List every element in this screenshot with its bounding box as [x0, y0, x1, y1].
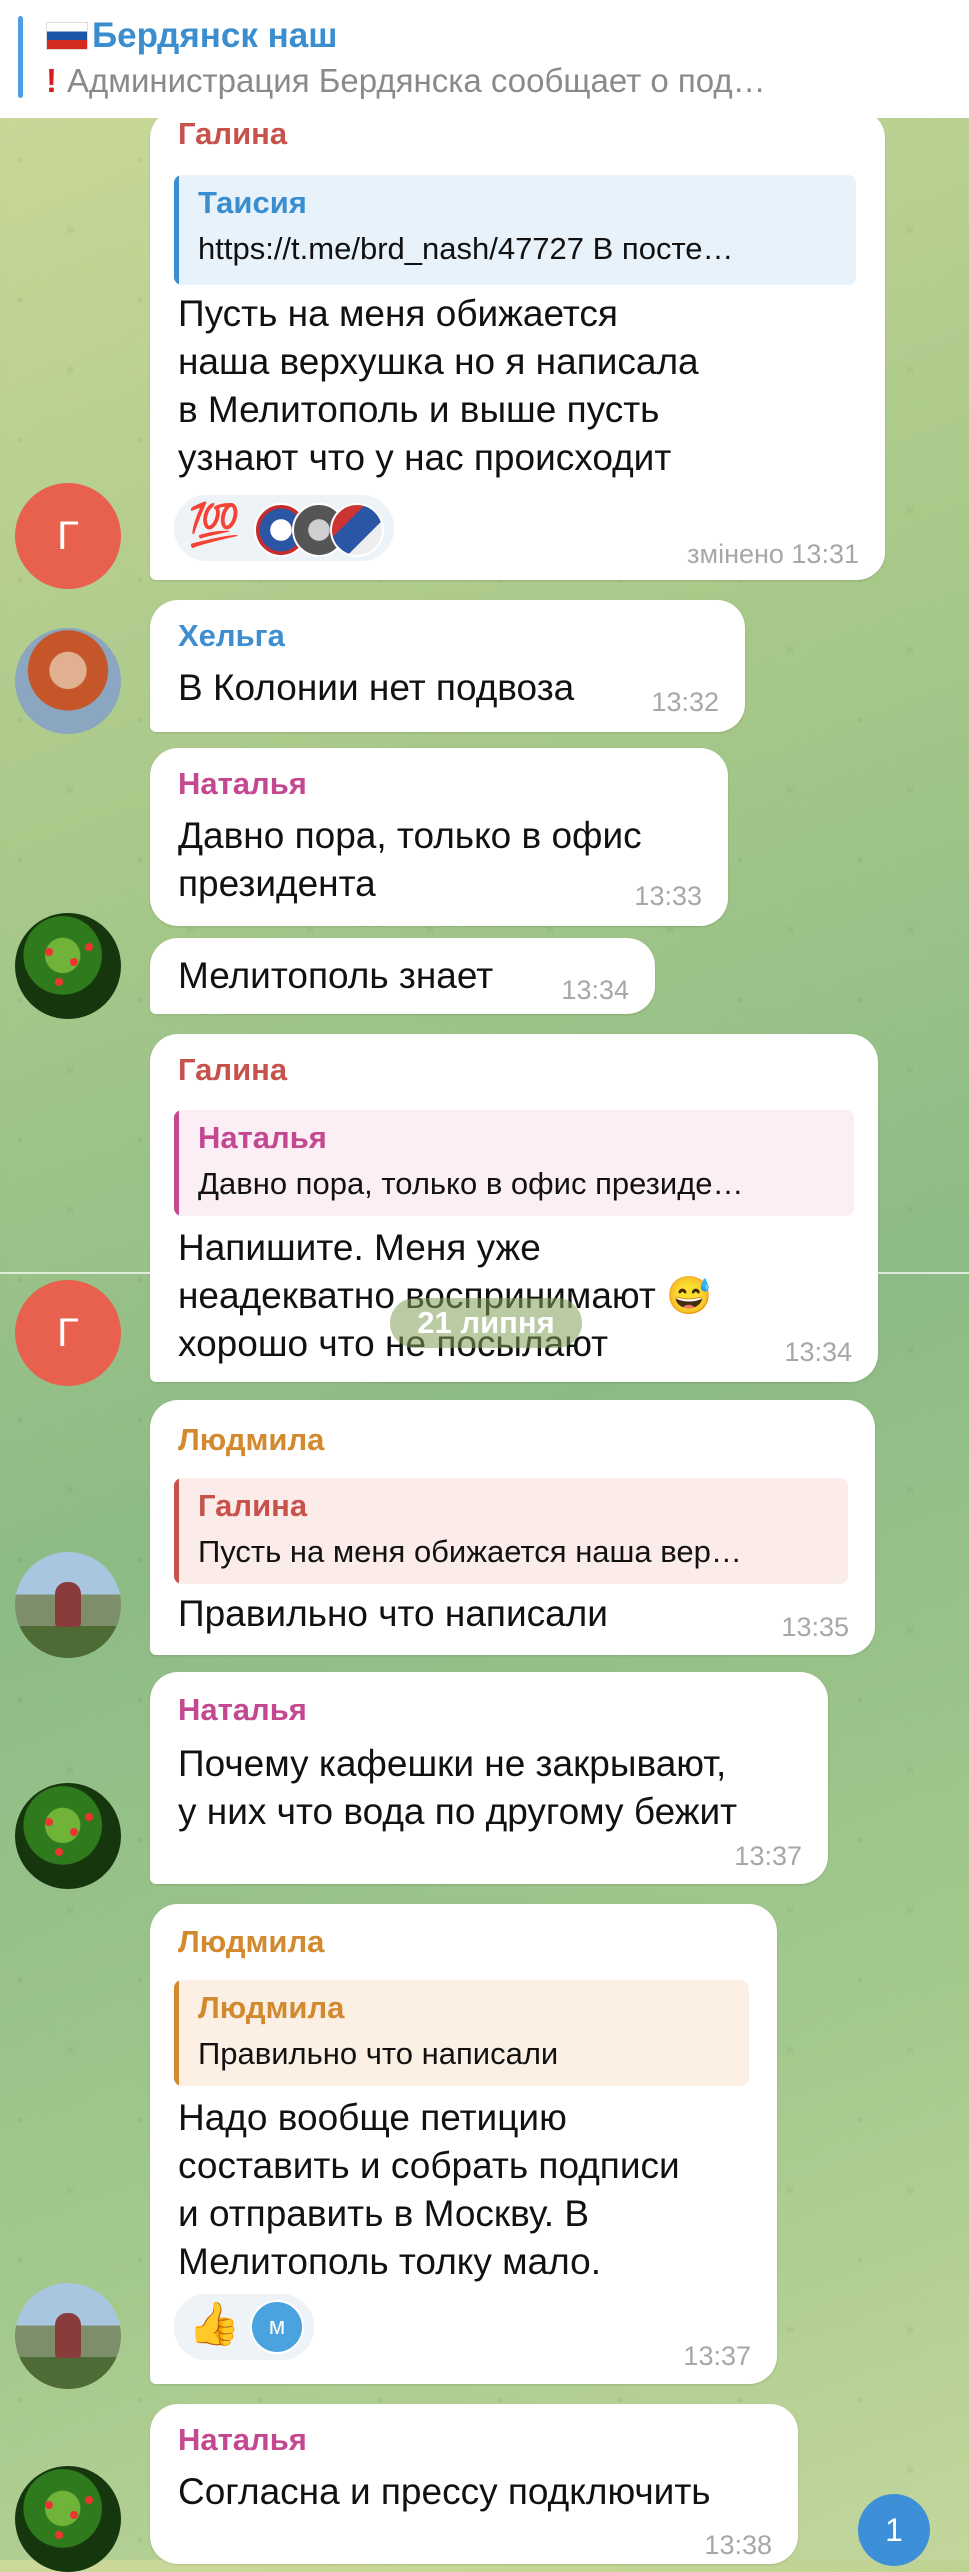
quote-sender: Таисия	[198, 185, 307, 220]
quote-bar	[174, 1980, 179, 2086]
quote-bar	[174, 1478, 179, 1584]
message-time: 13:37	[734, 1841, 802, 1871]
date-separator: 21 липня	[390, 1298, 582, 1348]
message-text: Почему кафешки не закрывают, у них что в…	[178, 1743, 738, 1832]
quote-text: Правильно что написали	[198, 2036, 559, 2071]
quote-text: https://t.me/brd_nash/47727 В посте…	[198, 231, 734, 266]
reactions-bar[interactable]: 💯	[174, 495, 394, 561]
message-time: 13:35	[781, 1612, 849, 1642]
pinned-title: Бердянск наш	[46, 16, 337, 56]
sender-name[interactable]: Наталья	[178, 766, 307, 802]
pinned-preview: ! Администрация Бердянска сообщает о под…	[46, 62, 766, 99]
message-text: В Колонии нет подвоза	[178, 667, 575, 708]
sender-name[interactable]: Наталья	[178, 1692, 307, 1728]
screenshot-seam	[0, 1272, 969, 1274]
message-text: Надо вообще петицию составить и собрать …	[178, 2097, 680, 2282]
exclamation-icon: !	[46, 62, 57, 99]
message-time: 13:33	[634, 881, 702, 911]
reactor-avatar: м	[250, 2300, 304, 2354]
message-bubble[interactable]: Людмила Людмила Правильно что написали Н…	[150, 1904, 777, 2384]
reply-quote[interactable]: Таисия https://t.me/brd_nash/47727 В пос…	[174, 175, 856, 285]
quote-bar	[174, 175, 179, 285]
avatar[interactable]	[15, 1783, 121, 1889]
quote-sender: Галина	[198, 1488, 308, 1523]
reply-quote[interactable]: Галина Пусть на меня обижается наша вер…	[174, 1478, 848, 1584]
message-text: Давно пора, только в офис президента	[178, 815, 642, 904]
reactor-avatar	[330, 503, 384, 557]
sender-name[interactable]: Галина	[178, 116, 287, 152]
reply-quote[interactable]: Людмила Правильно что написали	[174, 1980, 749, 2086]
message-text: Согласна и прессу подключить	[178, 2471, 711, 2512]
message-text: Правильно что написали	[178, 1593, 608, 1634]
russia-flag-icon	[46, 22, 88, 50]
hundred-points-emoji[interactable]: 💯	[188, 501, 240, 550]
quote-text: Давно пора, только в офис президе…	[198, 1166, 744, 1201]
message-time: 13:37	[683, 2341, 751, 2371]
message-bubble[interactable]: Людмила Галина Пусть на меня обижается н…	[150, 1400, 875, 1655]
quote-sender: Людмила	[198, 1990, 345, 2025]
avatar[interactable]: Г	[15, 1280, 121, 1386]
quote-bar	[174, 1110, 179, 1216]
scroll-down-unread-badge[interactable]: 1	[858, 2494, 930, 2566]
message-bubble[interactable]: Наталья Согласна и прессу подключить 13:…	[150, 2404, 798, 2564]
sender-name[interactable]: Наталья	[178, 2422, 307, 2458]
message-text: Мелитополь знает	[178, 955, 494, 996]
avatar[interactable]	[15, 913, 121, 1019]
message-text: Пусть на меня обижается наша верхушка но…	[178, 293, 699, 478]
pinned-indicator	[18, 16, 23, 98]
message-time: 13:38	[704, 2530, 772, 2560]
thumbs-up-emoji[interactable]: 👍	[188, 2300, 240, 2349]
reply-quote[interactable]: Наталья Давно пора, только в офис презид…	[174, 1110, 854, 1216]
message-bubble[interactable]: Мелитополь знает 13:34	[150, 938, 655, 1014]
avatar[interactable]	[15, 1552, 121, 1658]
message-bubble[interactable]: Наталья Почему кафешки не закрывают, у н…	[150, 1672, 828, 1884]
sender-name[interactable]: Людмила	[178, 1924, 324, 1960]
message-bubble[interactable]: Хельга В Колонии нет подвоза 13:32	[150, 600, 745, 732]
quote-text: Пусть на меня обижается наша вер…	[198, 1534, 742, 1569]
pinned-message-bar[interactable]: Бердянск наш ! Администрация Бердянска со…	[0, 0, 969, 118]
avatar[interactable]	[15, 2466, 121, 2572]
sender-name[interactable]: Людмила	[178, 1422, 324, 1458]
message-bubble[interactable]: Галина Таисия https://t.me/brd_nash/4772…	[150, 110, 885, 580]
message-time: змінено 13:31	[687, 539, 859, 569]
message-time: 13:32	[651, 687, 719, 717]
quote-sender: Наталья	[198, 1120, 327, 1155]
avatar[interactable]	[15, 2283, 121, 2389]
avatar[interactable]	[15, 628, 121, 734]
sender-name[interactable]: Хельга	[178, 618, 285, 654]
reactions-bar[interactable]: 👍 м	[174, 2294, 314, 2360]
message-bubble[interactable]: Наталья Давно пора, только в офис презид…	[150, 748, 728, 926]
sender-name[interactable]: Галина	[178, 1052, 287, 1088]
avatar[interactable]: Г	[15, 483, 121, 589]
message-time: 13:34	[784, 1337, 852, 1367]
message-time: 13:34	[561, 975, 629, 1005]
